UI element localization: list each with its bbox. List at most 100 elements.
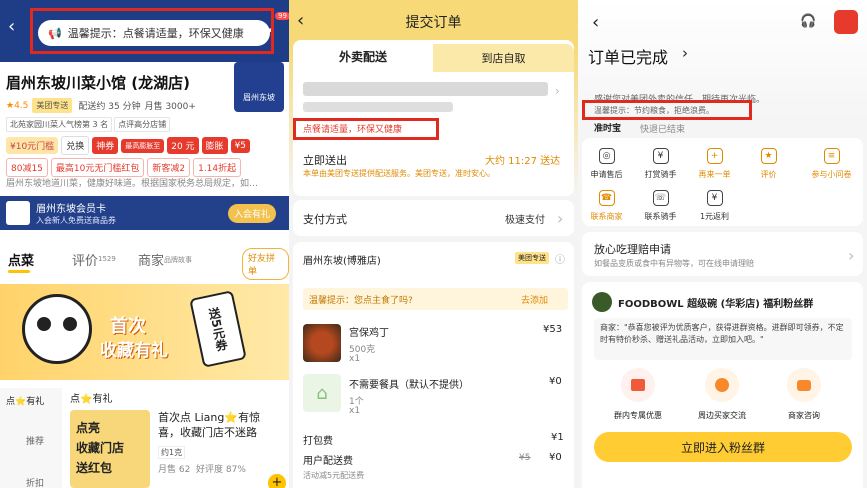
address-redacted[interactable] [303,82,548,96]
group-order-button[interactable]: 好友拼单 [242,248,289,280]
survey-icon: ≡ [823,148,840,164]
perk-label: 群内专属优惠 [614,411,662,420]
gift-item-sales: 月售 62 [158,465,191,475]
store-intro[interactable]: 眉州东坡地道川菜，健康好味道。根据国家税务总局规定，如… [6,176,276,189]
coupon-icon [621,368,655,402]
category-sidebar: 点⭐有礼 推荐 折扣 [0,388,62,488]
tab-order[interactable]: 点菜 [8,250,34,269]
coupon-amount: 20 元 [167,137,199,154]
action-label: 联系商家 [590,212,623,221]
action-contact-rider[interactable]: ☏ 联系骑手 [638,190,683,222]
action-label: 评价 [760,170,777,179]
back-icon[interactable]: ‹ [8,16,15,37]
info-icon[interactable]: ⓘ [555,251,565,266]
more-dots-icon[interactable]: ••• [253,24,274,38]
rider-icon: ☏ [652,190,669,206]
delivery-label: 用户配送费 [303,456,353,467]
ontime-label: 准时宝 [594,124,622,134]
member-logo-icon [6,201,30,225]
page-title: 提交订单 [405,15,462,31]
gift-card[interactable]: 点亮 收藏门店 送红包 [70,410,150,488]
tab-pickup[interactable]: 到店自取 [433,44,574,72]
payment-card[interactable]: 支付方式 极速支付 › [293,200,574,236]
action-after-sale[interactable]: ◎ 申请售后 [584,148,629,180]
promo-2: 最高10元无门槛红包 [50,158,145,177]
store-tags: 北苑家园川菜人气榜第 3 名 点评高分店铺 [6,117,172,132]
sidebar-item-gift[interactable]: 点⭐有礼 [6,394,44,407]
promo-1: 80减15 [6,158,48,177]
action-survey[interactable]: ≡ 参与小问卷 [804,148,859,180]
tip-text: 温馨提示：您点主食了吗? [309,296,413,306]
contact-redacted [303,102,453,112]
coupon-exchange[interactable]: 兑换 [61,136,90,155]
action-reorder[interactable]: + 再来一单 [692,148,737,180]
item-qty: x1 [349,354,361,364]
logo-text: 眉州东坡 [243,93,275,102]
coupon-expand[interactable]: 膨胀 [201,137,228,154]
headset-icon[interactable]: 🎧 [800,14,816,29]
notice-text: 点餐请适量，环保又健康 [303,125,403,135]
add-staple-link[interactable]: 去添加 [521,293,548,306]
store-name: 眉州东坡(博雅店) [303,256,381,267]
member-desc: 入会新人免费送商品券 [36,216,116,225]
action-tip-rider[interactable]: ¥ 打赏骑手 [638,148,683,180]
banner-coupon-badge: 送5元券 [189,290,247,368]
add-item-icon[interactable]: + [268,474,286,488]
packing-label: 打包费 [303,436,333,447]
action-label: 1元返利 [699,212,730,221]
eta[interactable]: 大约 11:27 送达 [485,152,560,167]
tab-merchant[interactable]: 商家 [138,250,164,269]
fan-desc: 商家："恭喜您被评为优质客户，获得进群资格。进群即可领券，不定时有特价秒杀、赠送… [594,318,852,360]
item-price: ¥0 [549,376,562,387]
coupon-row: ¥10元门槛 兑换 神券 最高膨胀至 20 元 膨胀 ¥5 [6,136,253,155]
perk-label: 商家咨询 [788,411,820,420]
ontime-sub[interactable]: 快退已结束 [640,122,685,135]
chevron-right-icon[interactable]: › [555,84,560,98]
gift-item-title[interactable]: 首次点 Liang⭐有惊喜，收藏门店不迷路 [158,410,282,440]
coupon-main[interactable]: ¥10元门槛 [6,137,59,154]
fan-perk-discount: 群内专属优惠 [608,368,668,421]
packing-price: ¥1 [551,432,564,443]
join-group-button[interactable]: 立即进入粉丝群 [594,432,852,462]
coupon-five[interactable]: ¥5 [230,138,251,153]
tag-score: 点评高分店铺 [114,117,171,132]
promo-3: 新客减2 [147,158,191,177]
action-contact-merchant[interactable]: ☎ 联系商家 [584,190,629,222]
banner-line1: 首次 [110,316,146,337]
store-logo[interactable]: 眉州东坡 [234,62,284,112]
rebate-icon: ¥ [706,190,723,206]
sidebar-item-discount[interactable]: 折扣 [26,476,44,488]
action-label: 联系骑手 [644,212,677,221]
member-card[interactable]: 眉州东坡会员卡 入会新人免费送商品券 入会有礼 [0,196,289,230]
store-tag: 美团专送 [515,252,549,264]
profile-badge-icon[interactable] [834,10,858,34]
perk-label: 周边买家交流 [698,411,746,420]
delivery-old-price: ¥5 [519,453,531,463]
store-tabs: 点菜 评价 1529 商家 品牌故事 好友拼单 [0,240,289,280]
gift-line1: 点亮 [76,421,101,435]
action-label: 参与小问卷 [811,170,852,179]
tag-rank: 北苑家园川菜人气榜第 3 名 [6,117,113,132]
action-label: 再来一单 [698,170,731,179]
notice-pill: 📢 温馨提示：点餐请适量，环保又健康 ••• [38,20,274,46]
claim-card[interactable]: 放心吃理赔申请 如餐品变质或食中有异物等，可在线申请理赔 › [582,232,863,276]
checkout-header: ‹ 提交订单 [289,0,578,44]
tab-reviews[interactable]: 评价 [72,250,98,269]
sidebar-item-recommend[interactable]: 推荐 [26,434,44,447]
order-items-card: 眉州东坡(博雅店) 美团专送 ⓘ 温馨提示：您点主食了吗? 去添加 宫保鸡丁 5… [293,242,574,488]
chevron-right-icon[interactable]: › [682,44,688,62]
back-icon[interactable]: ‹ [297,10,304,31]
shop-avatar [592,292,612,312]
join-member-button[interactable]: 入会有礼 [228,204,277,223]
rating: ★4.5 [6,100,29,111]
action-review[interactable]: ★ 评价 [746,148,791,180]
promo-banner[interactable]: 首次 收藏有礼 送5元券 [0,284,289,380]
item-price: ¥53 [543,324,563,335]
action-rebate[interactable]: ¥1元返利 [692,190,737,222]
fan-group-card: FOODBOWL 超级碗 (华彩店) 福利粉丝群 商家："恭喜您被评为优质客户，… [582,282,863,488]
after-sale-icon: ◎ [598,148,615,164]
tab-delivery[interactable]: 外卖配送 [293,40,433,72]
active-tab-indicator [8,270,30,273]
back-icon[interactable]: ‹ [592,12,599,33]
tip-bar: 温馨提示：您点主食了吗? 去添加 [303,288,568,310]
